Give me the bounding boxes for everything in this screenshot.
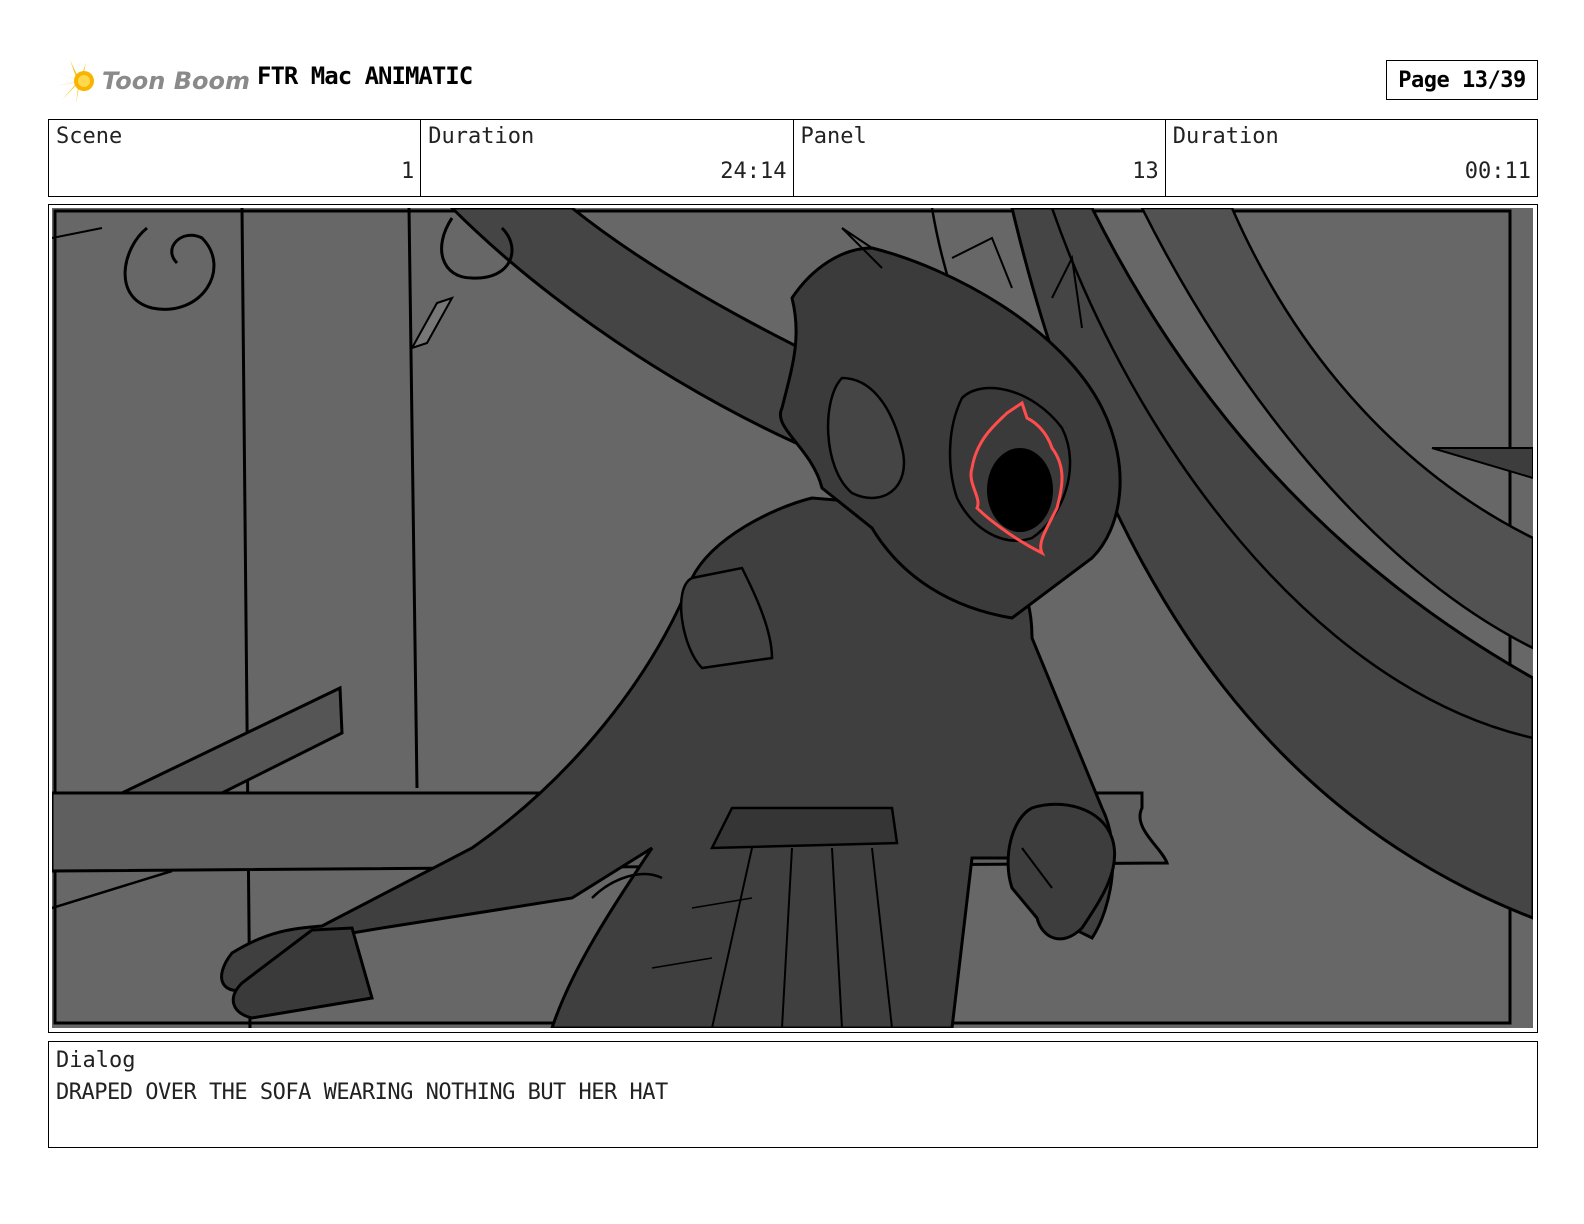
starburst-logo-icon bbox=[52, 60, 94, 104]
page-number: Page 13/39 bbox=[1398, 67, 1526, 93]
panel-duration-value: 00:11 bbox=[1464, 159, 1531, 184]
panel-info-table: Scene 1 Duration 24:14 Panel 13 Duration… bbox=[48, 119, 1538, 197]
scene-duration-label: Duration bbox=[428, 124, 535, 149]
panel-value: 13 bbox=[1132, 159, 1159, 184]
scene-value: 1 bbox=[401, 159, 415, 184]
project-title: FTR Mac ANIMATIC bbox=[257, 62, 473, 90]
storyboard-panel-frame bbox=[48, 204, 1538, 1033]
dialog-text: DRAPED OVER THE SOFA WEARING NOTHING BUT… bbox=[56, 1080, 668, 1105]
dialog-label: Dialog bbox=[56, 1048, 136, 1073]
panel-duration-cell: Duration 00:11 bbox=[1166, 120, 1537, 196]
scene-cell: Scene 1 bbox=[49, 120, 422, 196]
logo-text: Toon Boom bbox=[102, 67, 250, 95]
toon-boom-logo: Toon Boom bbox=[50, 56, 250, 106]
dialog-box: Dialog DRAPED OVER THE SOFA WEARING NOTH… bbox=[48, 1041, 1538, 1148]
page-indicator: Page 13/39 bbox=[1386, 60, 1538, 100]
scene-duration-value: 24:14 bbox=[720, 159, 787, 184]
scene-duration-cell: Duration 24:14 bbox=[421, 120, 794, 196]
panel-cell: Panel 13 bbox=[794, 120, 1166, 196]
panel-label: Panel bbox=[800, 124, 867, 149]
panel-duration-label: Duration bbox=[1172, 124, 1279, 149]
scene-label: Scene bbox=[56, 124, 123, 149]
storyboard-sketch-image bbox=[52, 208, 1533, 1028]
